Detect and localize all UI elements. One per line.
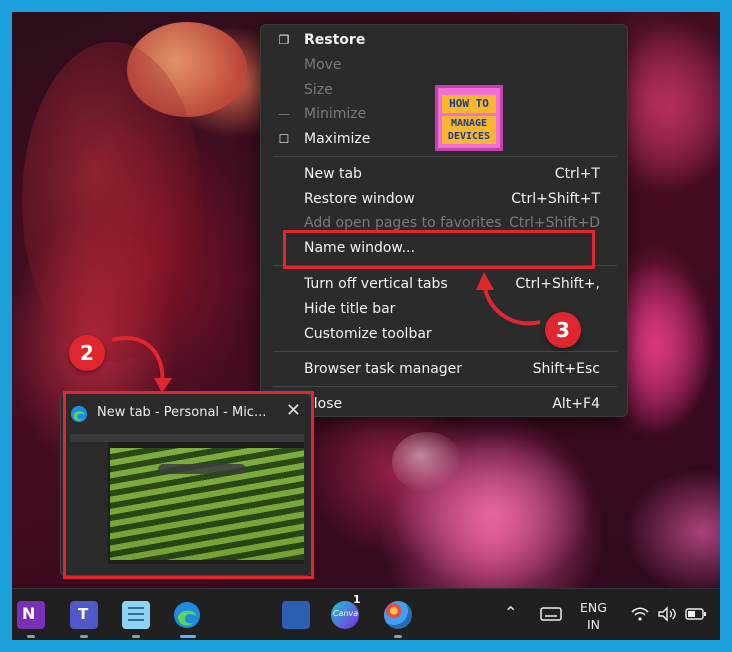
- word-icon[interactable]: [282, 601, 310, 629]
- edge-taskbar-icon[interactable]: [173, 601, 201, 629]
- minimize-icon: —: [278, 107, 290, 121]
- onenote-icon[interactable]: N: [17, 601, 45, 629]
- wallpaper-blob: [392, 432, 462, 492]
- wallpaper-blob: [22, 42, 202, 362]
- volume-icon[interactable]: [657, 606, 677, 622]
- step-badge-2: 2: [69, 335, 105, 371]
- running-indicator: [394, 635, 402, 638]
- menu-item-restore[interactable]: ❐ Restore: [261, 28, 629, 52]
- menu-separator: [273, 156, 617, 157]
- how-to-manage-devices-logo: HOW TO MANAGE DEVICES: [435, 85, 503, 151]
- highlight-preview: [63, 391, 314, 579]
- menu-separator: [273, 386, 617, 387]
- menu-item-turn-off-vertical-tabs[interactable]: Turn off vertical tabs Ctrl+Shift+,: [261, 272, 629, 296]
- window-context-menu: ❐ Restore Move Size — Minimize ☐ Maximiz…: [260, 24, 628, 417]
- notepad-icon[interactable]: [122, 601, 150, 629]
- canva-notification-badge: 1: [353, 593, 361, 606]
- show-hidden-icons-chevron-icon[interactable]: ⌃: [504, 603, 517, 622]
- active-indicator: [180, 635, 196, 638]
- teams-icon[interactable]: T: [70, 601, 98, 629]
- step-badge-3: 3: [545, 312, 581, 348]
- running-indicator: [27, 635, 35, 638]
- menu-item-close[interactable]: Close Alt+F4: [261, 392, 629, 416]
- running-indicator: [132, 635, 140, 638]
- highlight-name-window: [283, 230, 595, 269]
- menu-item-new-tab[interactable]: New tab Ctrl+T: [261, 162, 629, 186]
- paint-icon[interactable]: [384, 601, 412, 629]
- wifi-icon[interactable]: [630, 606, 650, 622]
- taskbar: N T Canva 1 ⌃ ENG IN: [12, 588, 720, 640]
- restore-icon: ❐: [278, 33, 290, 47]
- menu-separator: [273, 351, 617, 352]
- running-indicator: [80, 635, 88, 638]
- menu-item-move[interactable]: Move: [261, 53, 629, 77]
- menu-item-restore-window[interactable]: Restore window Ctrl+Shift+T: [261, 187, 629, 211]
- menu-item-browser-task-manager[interactable]: Browser task manager Shift+Esc: [261, 357, 629, 381]
- maximize-icon: ☐: [278, 132, 290, 146]
- input-language-indicator[interactable]: ENG IN: [580, 599, 607, 633]
- battery-icon[interactable]: [685, 607, 707, 621]
- keyboard-icon[interactable]: [540, 607, 562, 621]
